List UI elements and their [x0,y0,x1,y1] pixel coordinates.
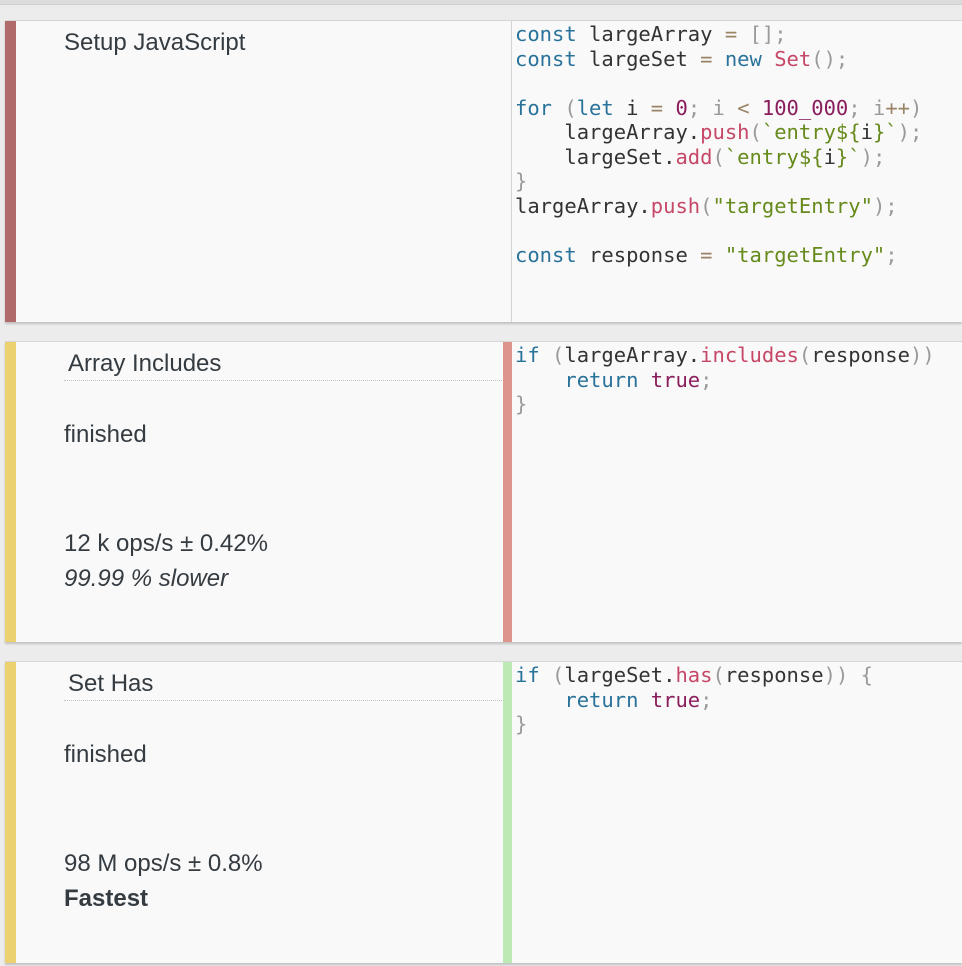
test-code-editor[interactable]: if (largeSet.has(response)) { return tru… [515,663,873,737]
test-comparison: 99.99 % slower [64,565,229,592]
code-line-4: for (let i = 0; i < 100_000; i++) [515,95,923,120]
test-code-editor[interactable]: if (largeArray.includes(response)) retur… [515,343,935,417]
test-ops-per-second: 98 M ops/s ± 0.8% [64,850,263,877]
code-line-7: } [515,169,528,193]
previous-panel-edge [0,0,962,5]
code-line-2: return true; [515,687,713,712]
code-line-10: const response = "targetEntry"; [515,242,898,267]
code-line-1: if (largeSet.has(response)) { [515,663,873,687]
setup-accent-bar [5,21,16,322]
test-ops-per-second: 12 k ops/s ± 0.42% [64,530,268,557]
setup-code-editor[interactable]: const largeArray = []; const largeSet = … [515,22,922,267]
setup-divider [511,21,512,322]
test-title-input[interactable]: Array Includes [64,350,502,381]
test-case-array-includes: Array Includes finished 12 k ops/s ± 0.4… [5,341,962,642]
code-line-3: } [515,392,528,416]
test-status: finished [64,741,147,768]
setup-title: Setup JavaScript [64,29,246,56]
test-status-accent-bar [5,342,16,642]
code-line-1: const largeArray = []; [515,22,787,46]
code-line-5: largeArray.push(`entry${i}`); [515,120,923,144]
code-line-2: const largeSet = new Set(); [515,46,849,71]
setup-panel: Setup JavaScript const largeArray = []; … [5,20,962,322]
test-status: finished [64,421,147,448]
code-line-8: largeArray.push("targetEntry"); [515,193,898,218]
fastest-indicator-stripe [503,662,512,963]
test-status-accent-bar [5,662,16,963]
test-title-input[interactable]: Set Has [64,670,502,701]
code-line-3: } [515,712,528,736]
code-line-2: return true; [515,367,713,392]
test-comparison: Fastest [64,885,149,912]
code-line-6: largeSet.add(`entry${i}`); [515,144,886,169]
code-line-1: if (largeArray.includes(response)) [515,343,935,367]
slower-indicator-stripe [503,342,512,642]
test-case-set-has: Set Has finished 98 M ops/s ± 0.8% Faste… [5,661,962,963]
